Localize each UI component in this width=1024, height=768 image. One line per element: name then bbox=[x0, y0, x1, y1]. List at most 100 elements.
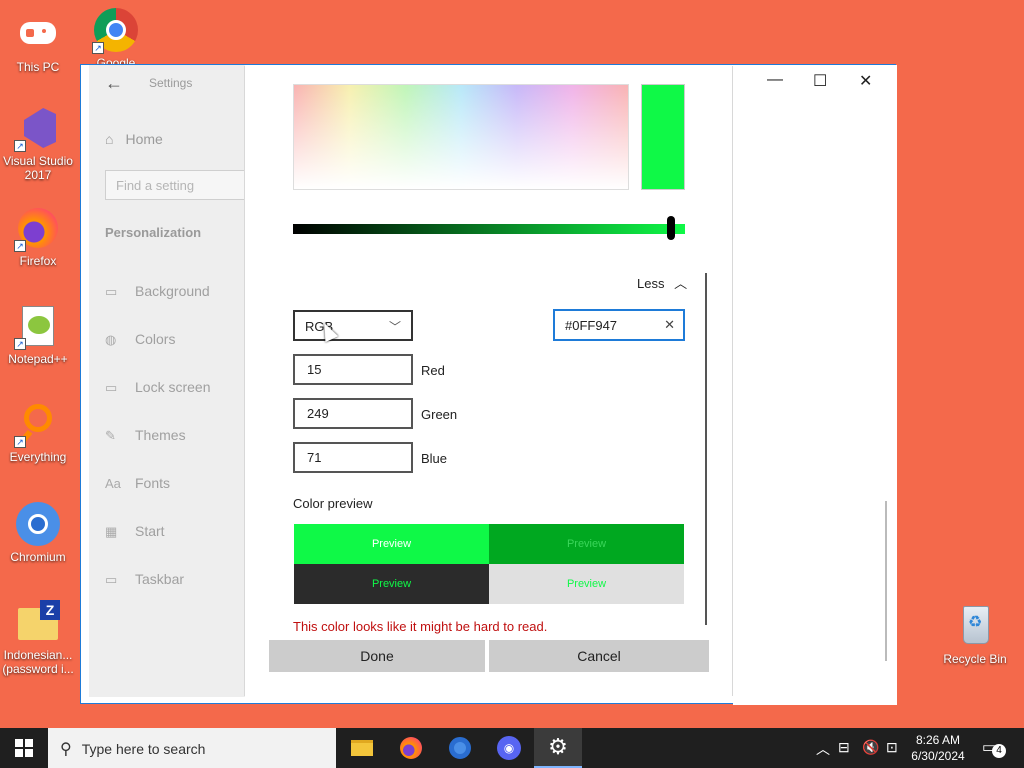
red-label: Red bbox=[421, 363, 445, 378]
taskbar-search-placeholder: Type here to search bbox=[81, 741, 206, 757]
chevron-down-icon: ﹀ bbox=[388, 320, 401, 334]
done-button[interactable]: Done bbox=[269, 640, 485, 672]
find-setting-input[interactable]: Find a setting bbox=[105, 170, 255, 200]
clear-icon[interactable]: ✕ bbox=[664, 317, 675, 333]
brush-icon: ✎ bbox=[105, 428, 116, 443]
lock-screen-icon: ▭ bbox=[105, 380, 118, 395]
green-input[interactable]: 249 bbox=[293, 398, 413, 429]
taskbar-firefox[interactable] bbox=[387, 728, 435, 768]
file-explorer-icon bbox=[351, 740, 373, 756]
desktop-icon-visual-studio[interactable]: ↗ Visual Studio 2017 bbox=[0, 104, 76, 182]
desktop-icon-recycle-bin[interactable]: ♻ Recycle Bin bbox=[937, 602, 1013, 666]
sidebar-item-label: Taskbar bbox=[135, 571, 185, 587]
sidebar-item-start[interactable]: ▦ Start bbox=[105, 523, 165, 540]
start-button[interactable] bbox=[0, 728, 48, 768]
cancel-button[interactable]: Cancel bbox=[489, 640, 709, 672]
discord-icon: ◉ bbox=[497, 736, 521, 760]
clock-time: 8:26 AM bbox=[915, 733, 961, 747]
desktop-icon-label: Firefox bbox=[19, 254, 57, 268]
back-arrow-icon[interactable]: ← bbox=[105, 73, 123, 94]
close-icon[interactable]: ✕ bbox=[859, 71, 872, 91]
taskbar-icon: ▭ bbox=[105, 572, 118, 587]
sidebar-item-background[interactable]: ▭ Background bbox=[105, 283, 210, 300]
taskbar: ⚲ Type here to search ◉ ⚙ ︿ ⊟ 🔇 ⊡ 8:26 AM… bbox=[0, 728, 1024, 768]
desktop-icon-google-chrome[interactable]: ↗ Google Chrome bbox=[78, 6, 154, 66]
network-icon[interactable]: ⊟ bbox=[838, 739, 850, 756]
selected-color-swatch bbox=[641, 84, 685, 190]
contrast-warning: This color looks like it might be hard t… bbox=[293, 619, 548, 634]
notification-center-button[interactable]: ▭ 4 bbox=[982, 738, 1006, 758]
blue-input[interactable]: 71 bbox=[293, 442, 413, 473]
hex-input[interactable]: #0FF947 ✕ bbox=[553, 309, 685, 341]
settings-sidebar: ← Settings ⌂ Home Find a setting Personal… bbox=[89, 65, 255, 697]
settings-icon: ⚙ bbox=[548, 734, 568, 759]
firefox-icon bbox=[400, 737, 422, 759]
color-spectrum[interactable] bbox=[293, 84, 629, 190]
chevron-up-icon[interactable]: ︿ bbox=[816, 739, 830, 759]
input-indicator-icon[interactable]: ⊡ bbox=[886, 739, 898, 756]
preview-light-tile: Preview bbox=[294, 524, 489, 564]
desktop-icon-indonesian-archive[interactable]: Z Indonesian... (password i... bbox=[0, 598, 76, 676]
notepad-plus-plus-icon: ↗ bbox=[14, 302, 62, 350]
desktop-icon-label: Indonesian... (password i... bbox=[2, 648, 74, 676]
zip-folder-icon: Z bbox=[14, 598, 62, 646]
color-preview-title: Color preview bbox=[293, 496, 373, 511]
search-icon: ⚲ bbox=[60, 741, 72, 758]
sidebar-item-label: Lock screen bbox=[135, 379, 211, 395]
taskbar-search-box[interactable]: ⚲ Type here to search bbox=[48, 728, 336, 768]
sidebar-item-label: Background bbox=[135, 283, 210, 299]
brightness-slider[interactable] bbox=[293, 224, 685, 234]
sidebar-item-taskbar[interactable]: ▭ Taskbar bbox=[105, 571, 184, 588]
windows-logo-icon bbox=[15, 739, 33, 757]
taskbar-chromium[interactable] bbox=[436, 728, 484, 768]
sidebar-item-label: Start bbox=[135, 523, 165, 539]
visual-studio-icon: ↗ bbox=[14, 104, 62, 152]
chrome-icon: ↗ bbox=[92, 6, 140, 54]
green-label: Green bbox=[421, 407, 458, 422]
sidebar-section-title: Personalization bbox=[105, 225, 202, 240]
taskbar-discord[interactable]: ◉ bbox=[485, 728, 533, 768]
hex-value: #0FF947 bbox=[565, 318, 618, 333]
chromium-icon bbox=[14, 500, 62, 548]
firefox-icon: ↗ bbox=[14, 204, 62, 252]
maximize-icon[interactable]: ☐ bbox=[813, 71, 827, 91]
window-right-pane: — ☐ ✕ bbox=[733, 65, 897, 705]
less-toggle[interactable]: Less ︿ bbox=[637, 273, 687, 292]
desktop-icon-firefox[interactable]: ↗ Firefox bbox=[0, 204, 76, 268]
desktop-icon-label: This PC bbox=[16, 60, 60, 74]
desktop-icon-this-pc[interactable]: This PC bbox=[0, 10, 76, 74]
desktop-icon-notepad-plus-plus[interactable]: ↗ Notepad++ bbox=[0, 302, 76, 366]
blue-label: Blue bbox=[421, 451, 448, 466]
brightness-slider-thumb[interactable] bbox=[667, 216, 675, 240]
scrollbar[interactable] bbox=[885, 501, 887, 661]
controller-icon bbox=[14, 10, 62, 58]
minimize-icon[interactable]: — bbox=[767, 71, 783, 89]
image-icon: ▭ bbox=[105, 284, 118, 299]
clock-date: 6/30/2024 bbox=[911, 749, 965, 763]
start-icon: ▦ bbox=[105, 524, 118, 539]
preview-gray-tile: Preview bbox=[489, 564, 684, 604]
desktop-icon-everything[interactable]: ↗ Everything bbox=[0, 400, 76, 464]
sidebar-item-fonts[interactable]: Aa Fonts bbox=[105, 475, 170, 491]
sidebar-item-home[interactable]: ⌂ Home bbox=[105, 131, 175, 147]
custom-color-dialog: Less ︿ RGB ﹀ #0FF947 ✕ 15 Red 249 Green … bbox=[244, 66, 733, 696]
sidebar-item-lock-screen[interactable]: ▭ Lock screen bbox=[105, 379, 210, 396]
desktop-icon-label: Visual Studio 2017 bbox=[3, 154, 73, 182]
sidebar-item-themes[interactable]: ✎ Themes bbox=[105, 427, 186, 444]
palette-icon: ◍ bbox=[105, 332, 117, 347]
sidebar-item-label: Themes bbox=[135, 427, 186, 443]
taskbar-file-explorer[interactable] bbox=[338, 728, 386, 768]
color-mode-select[interactable]: RGB ﹀ bbox=[293, 310, 413, 341]
desktop-icon-label: Chromium bbox=[10, 550, 66, 564]
magnifier-icon: ↗ bbox=[14, 400, 62, 448]
desktop-icon-chromium[interactable]: Chromium bbox=[0, 500, 76, 564]
red-input[interactable]: 15 bbox=[293, 354, 413, 385]
volume-muted-icon[interactable]: 🔇 bbox=[862, 739, 879, 756]
sidebar-item-colors[interactable]: ◍ Colors bbox=[105, 331, 175, 348]
home-icon: ⌂ bbox=[105, 131, 114, 147]
sidebar-item-label: Colors bbox=[135, 331, 176, 347]
taskbar-clock[interactable]: 8:26 AM 6/30/2024 bbox=[900, 732, 976, 764]
taskbar-settings[interactable]: ⚙ bbox=[534, 728, 582, 768]
sidebar-item-label: Fonts bbox=[135, 475, 171, 491]
scrollbar[interactable] bbox=[705, 273, 707, 625]
